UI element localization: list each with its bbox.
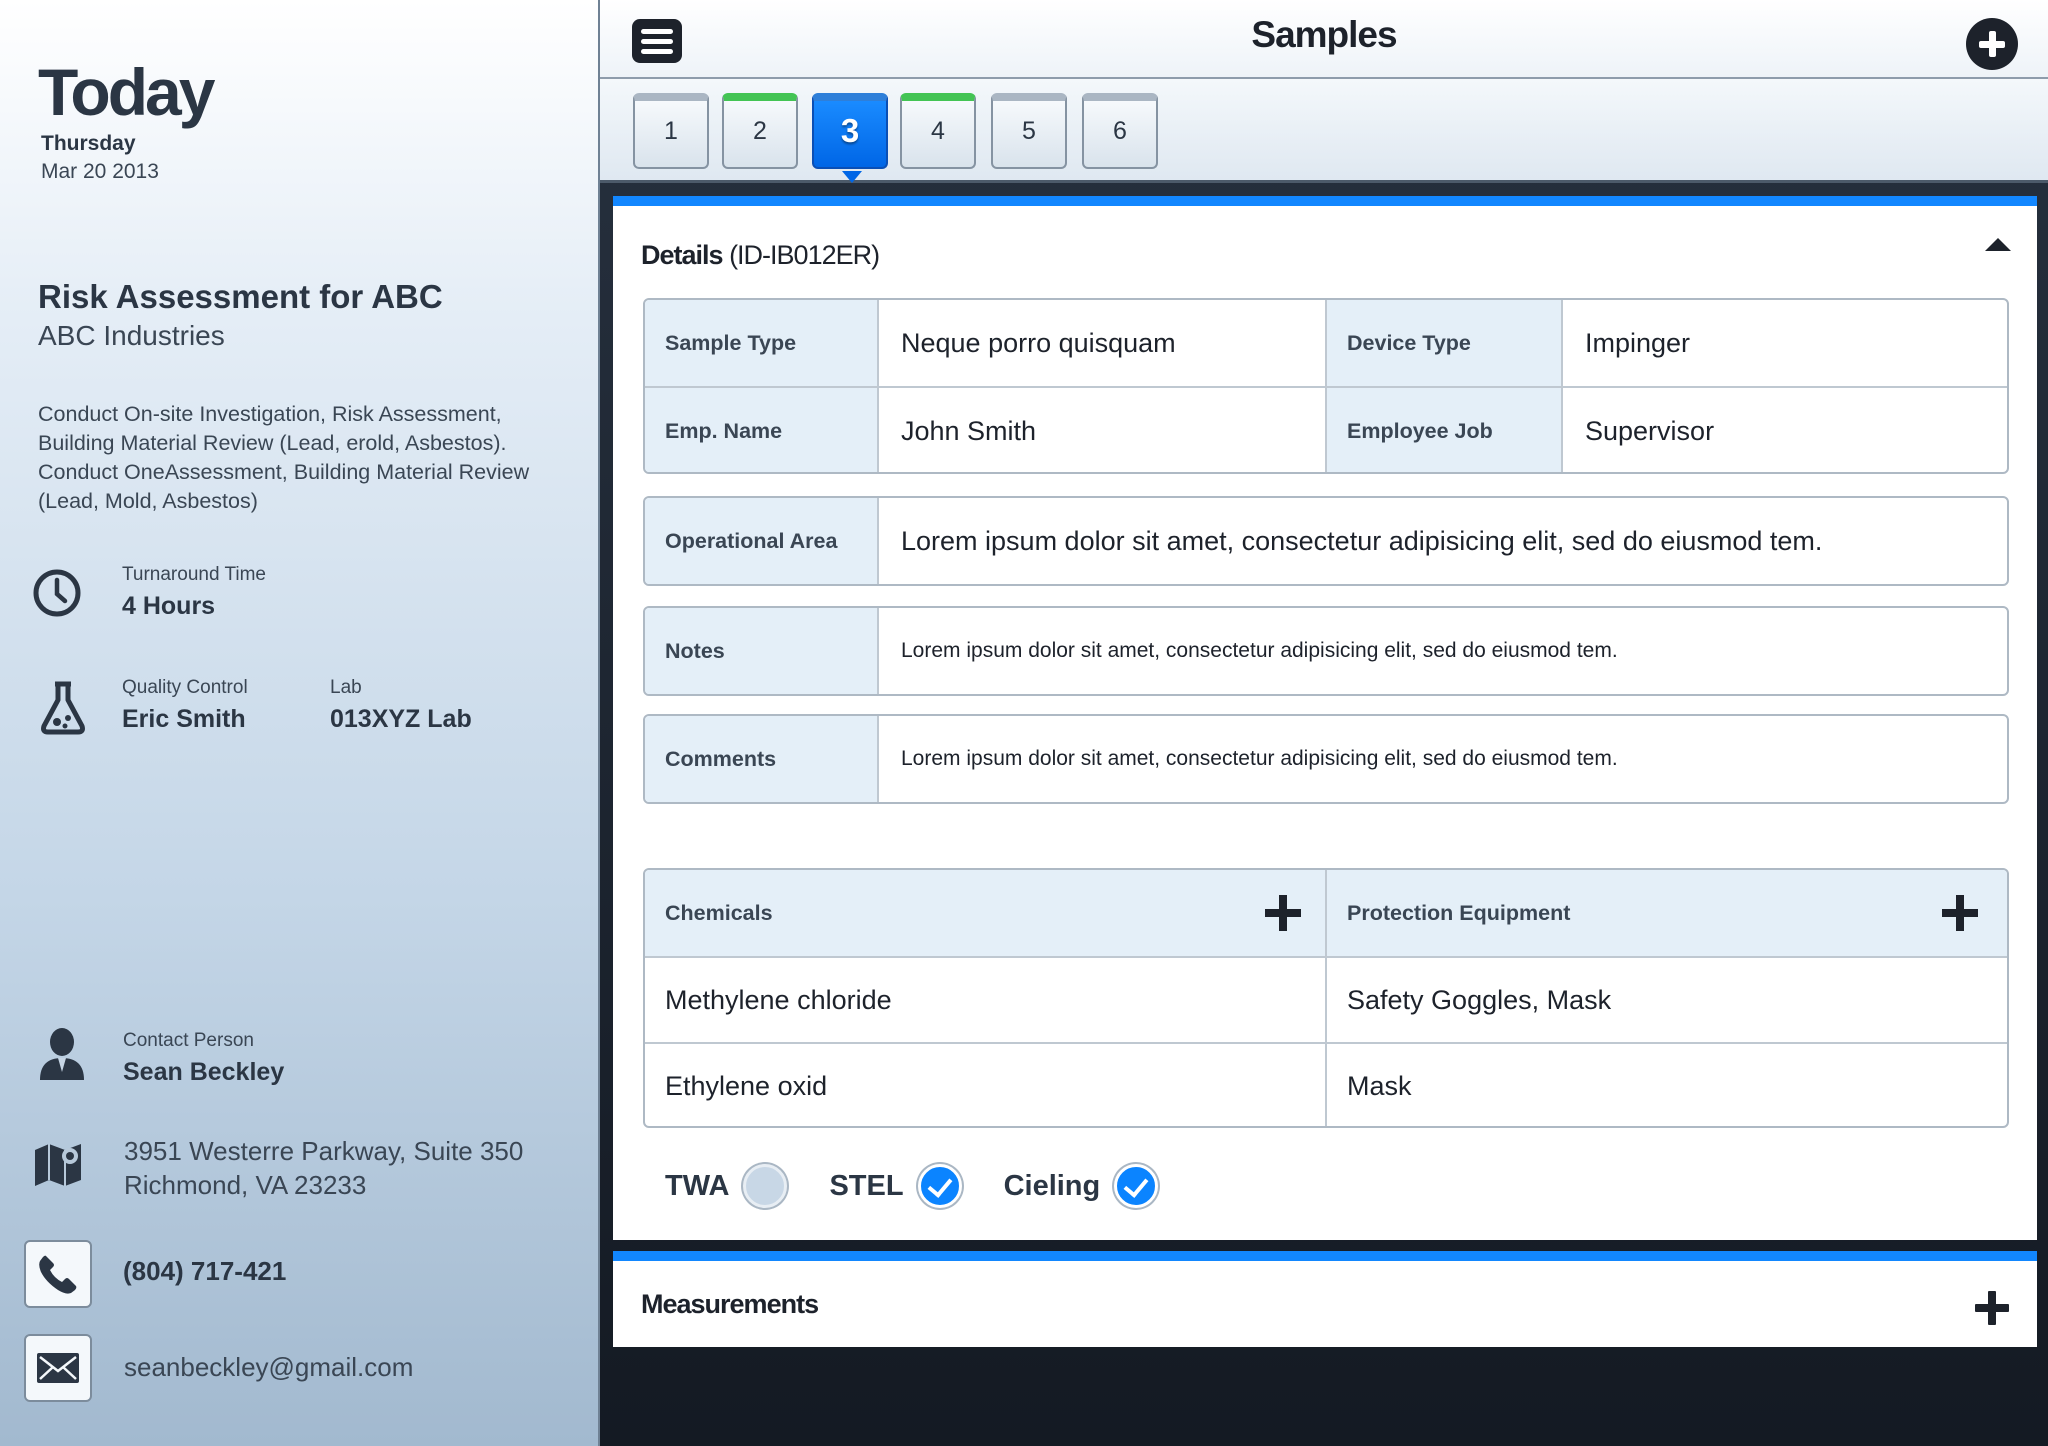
contact-block: Contact Person Sean Beckley xyxy=(123,1030,284,1087)
tab-sample-3[interactable]: 3 xyxy=(812,93,888,183)
lab-block: Lab 013XYZ Lab xyxy=(330,677,472,734)
chemicals-header: Chemicals xyxy=(645,870,1327,956)
comments-field[interactable]: Lorem ipsum dolor sit amet, consectetur … xyxy=(879,716,2007,802)
company-name: ABC Industries xyxy=(38,320,225,351)
lab-label: Lab xyxy=(330,677,362,698)
tab-sample-5[interactable]: 5 xyxy=(991,93,1067,169)
divider xyxy=(1325,870,1327,1126)
cieling-label: Cieling xyxy=(1003,1169,1101,1202)
contact-value: Sean Beckley xyxy=(123,1058,285,1086)
weekday: Thursday xyxy=(41,132,136,155)
notes-row: Notes Lorem ipsum dolor sit amet, consec… xyxy=(643,606,2009,696)
twa-label: TWA xyxy=(665,1169,730,1202)
divider xyxy=(1561,300,1563,472)
notes-field[interactable]: Lorem ipsum dolor sit amet, consectetur … xyxy=(879,608,2007,694)
phone-number[interactable]: (804) 717-421 xyxy=(123,1256,286,1287)
cieling-checkbox[interactable] xyxy=(1114,1164,1159,1208)
stel-checkbox[interactable] xyxy=(917,1164,962,1208)
phone-icon xyxy=(39,1255,77,1294)
project-title: Risk Assessment for ABC xyxy=(38,278,443,315)
operational-area-label: Operational Area xyxy=(645,498,879,584)
comments-row: Comments Lorem ipsum dolor sit amet, con… xyxy=(643,714,2009,804)
add-chemical-icon[interactable] xyxy=(1265,895,1301,931)
tab-sample-4[interactable]: 4 xyxy=(900,93,976,169)
divider xyxy=(877,300,879,472)
chemicals-table: Chemicals Protection Equipment Methylene… xyxy=(643,868,2009,1128)
tab-sample-1[interactable]: 1 xyxy=(633,93,709,169)
sample-tabs: 1 2 3 4 5 6 xyxy=(600,79,2048,183)
address: 3951 Westerre Parkway, Suite 350 Richmon… xyxy=(124,1134,523,1202)
twa-checkbox[interactable] xyxy=(743,1164,788,1208)
details-title: Details (ID-IB012ER) xyxy=(641,240,880,271)
project-description: Conduct On-site Investigation, Risk Asse… xyxy=(38,402,530,513)
employee-job-field[interactable]: Supervisor xyxy=(1563,388,2007,472)
turnaround-block: Turnaround Time 4 Hours xyxy=(122,564,266,621)
divider xyxy=(877,608,879,694)
exposure-checks: TWA STEL Cieling xyxy=(665,1164,1200,1208)
device-type-field[interactable]: Impinger xyxy=(1563,300,2007,386)
comments-label: Comments xyxy=(645,716,879,802)
address-line1: 3951 Westerre Parkway, Suite 350 xyxy=(124,1136,524,1166)
employee-job-label: Employee Job xyxy=(1327,388,1563,472)
details-id: (ID-IB012ER) xyxy=(729,240,880,270)
sample-info-grid: Sample Type Neque porro quisquam Device … xyxy=(643,298,2009,474)
map-icon xyxy=(35,1144,81,1186)
sidebar: Today Thursday Mar 20 2013 Risk Assessme… xyxy=(0,0,600,1446)
add-sample-button[interactable] xyxy=(1966,18,2018,70)
quality-control-value: Eric Smith xyxy=(122,705,246,733)
main-area: Samples 1 2 3 4 5 6 Details (ID-IB012ER)… xyxy=(600,0,2048,1446)
protection-header: Protection Equipment xyxy=(1327,870,2007,956)
emp-name-label: Emp. Name xyxy=(645,388,879,472)
sample-type-field[interactable]: Neque porro quisquam xyxy=(879,300,1327,386)
today-heading: Today xyxy=(38,55,215,129)
quality-control-block: Quality Control Eric Smith xyxy=(122,677,248,734)
details-title-text: Details xyxy=(641,240,724,270)
clock-icon xyxy=(33,569,81,617)
divider xyxy=(1325,300,1327,472)
chemical-cell[interactable]: Ethylene oxid xyxy=(645,1044,1327,1126)
details-panel: Details (ID-IB012ER) Sample Type Neque p… xyxy=(613,196,2037,1240)
tab-sample-2[interactable]: 2 xyxy=(722,93,798,169)
sample-type-label: Sample Type xyxy=(645,300,879,386)
address-line2: Richmond, VA 23233 xyxy=(124,1170,367,1200)
measurements-title: Measurements xyxy=(641,1289,819,1319)
tab-sample-6[interactable]: 6 xyxy=(1082,93,1158,169)
emp-name-field[interactable]: John Smith xyxy=(879,388,1327,472)
operational-area-field[interactable]: Lorem ipsum dolor sit amet, consectetur … xyxy=(879,498,2007,584)
email-address[interactable]: seanbeckley@gmail.com xyxy=(124,1352,413,1383)
header-bar: Samples xyxy=(600,0,2048,79)
page-title: Samples xyxy=(1251,14,1397,55)
protection-cell[interactable]: Mask xyxy=(1327,1044,2007,1126)
chemical-cell[interactable]: Methylene chloride xyxy=(645,958,1327,1042)
lab-value: 013XYZ Lab xyxy=(330,705,472,733)
measurements-panel[interactable]: Measurements xyxy=(613,1251,2037,1347)
operational-area-row: Operational Area Lorem ipsum dolor sit a… xyxy=(643,496,2009,586)
turnaround-value: 4 Hours xyxy=(122,592,216,620)
phone-button[interactable] xyxy=(24,1240,92,1308)
envelope-icon xyxy=(37,1353,79,1383)
email-button[interactable] xyxy=(24,1334,92,1402)
turnaround-label: Turnaround Time xyxy=(122,564,266,585)
date: Mar 20 2013 xyxy=(41,160,159,183)
person-icon xyxy=(40,1028,84,1080)
quality-control-label: Quality Control xyxy=(122,677,248,698)
divider xyxy=(877,498,879,584)
collapse-up-icon[interactable] xyxy=(1985,238,2011,251)
contact-label: Contact Person xyxy=(123,1030,254,1051)
protection-cell[interactable]: Safety Goggles, Mask xyxy=(1327,958,2007,1042)
add-measurement-icon[interactable] xyxy=(1975,1291,2009,1325)
notes-label: Notes xyxy=(645,608,879,694)
flask-icon xyxy=(41,681,85,735)
device-type-label: Device Type xyxy=(1327,300,1563,386)
divider xyxy=(877,716,879,802)
stel-label: STEL xyxy=(829,1169,904,1202)
add-protection-icon[interactable] xyxy=(1942,895,1978,931)
